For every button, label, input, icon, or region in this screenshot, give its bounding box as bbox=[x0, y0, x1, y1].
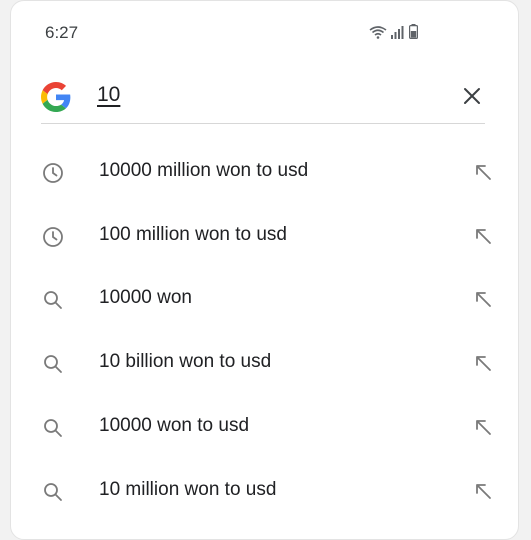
wifi-icon bbox=[369, 26, 387, 39]
arrow-up-left-icon[interactable] bbox=[473, 289, 493, 309]
arrow-up-left-icon[interactable] bbox=[473, 481, 493, 501]
search-icon bbox=[44, 291, 62, 309]
history-icon bbox=[43, 227, 63, 247]
suggestion-text: 10 million won to usd bbox=[99, 479, 277, 500]
suggestion-text: 10000 won bbox=[99, 287, 192, 308]
search-bar[interactable]: 10 bbox=[41, 79, 485, 124]
history-icon bbox=[43, 163, 63, 183]
suggestion-item[interactable]: 100 million won to usd bbox=[41, 216, 493, 256]
search-icon bbox=[44, 419, 62, 437]
arrow-up-left-icon[interactable] bbox=[473, 226, 493, 246]
suggestion-item[interactable]: 10 million won to usd bbox=[41, 471, 493, 511]
status-time: 6:27 bbox=[45, 23, 79, 42]
arrow-up-left-icon[interactable] bbox=[473, 353, 493, 373]
suggestion-text: 100 million won to usd bbox=[99, 224, 287, 245]
arrow-up-left-icon[interactable] bbox=[473, 417, 493, 437]
suggestion-text: 10000 won to usd bbox=[99, 415, 250, 436]
suggestion-item[interactable]: 10000 million won to usd bbox=[41, 152, 493, 192]
suggestion-text: 10 billion won to usd bbox=[99, 351, 272, 372]
status-icons bbox=[369, 24, 418, 39]
suggestion-item[interactable]: 10000 won bbox=[41, 279, 493, 319]
search-input[interactable]: 10 bbox=[97, 83, 120, 107]
arrow-up-left-icon[interactable] bbox=[473, 162, 493, 182]
search-icon bbox=[44, 483, 62, 501]
phone-screen: 6:27 10 10000 million won to usd 100 mil… bbox=[10, 0, 519, 540]
suggestion-item[interactable]: 10 billion won to usd bbox=[41, 343, 493, 383]
suggestion-text: 10000 million won to usd bbox=[99, 160, 309, 181]
status-bar: 6:27 bbox=[11, 1, 518, 61]
battery-icon bbox=[409, 24, 418, 39]
close-icon[interactable] bbox=[461, 85, 483, 107]
signal-icon bbox=[391, 26, 404, 39]
google-g-logo bbox=[41, 82, 71, 112]
suggestion-item[interactable]: 10000 won to usd bbox=[41, 407, 493, 447]
search-icon bbox=[44, 355, 62, 373]
